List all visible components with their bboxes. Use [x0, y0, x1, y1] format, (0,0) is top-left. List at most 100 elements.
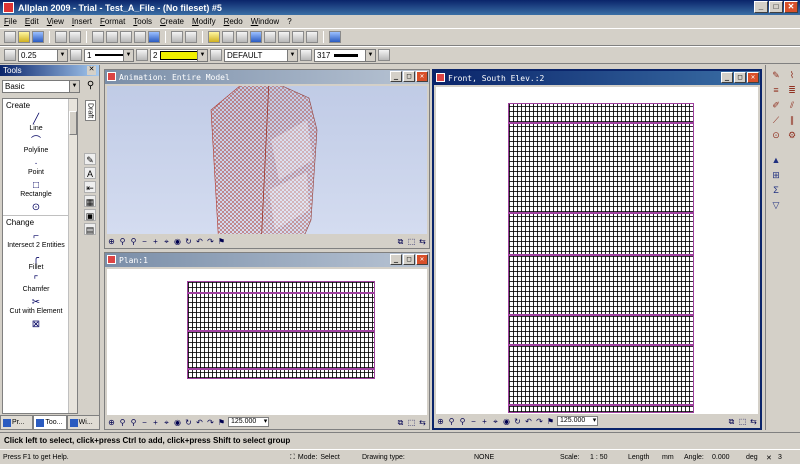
- filter-icon[interactable]: ⊞: [770, 169, 782, 181]
- sum-icon[interactable]: Σ: [770, 184, 782, 196]
- tool-next[interactable]: ⊠: [3, 317, 69, 332]
- pattern-icon[interactable]: [300, 49, 312, 61]
- eyedropper-icon[interactable]: ✎: [770, 69, 782, 81]
- pan-icon[interactable]: +: [151, 237, 160, 246]
- redo-view-icon[interactable]: ↷: [206, 237, 215, 246]
- menu-redo[interactable]: Redo: [224, 17, 243, 26]
- tool-polyline[interactable]: ⌒ Polyline: [3, 134, 69, 156]
- plan-canvas[interactable]: [107, 269, 427, 415]
- rotate-icon[interactable]: ↻: [513, 417, 522, 426]
- sync-icon[interactable]: ⇆: [418, 418, 427, 427]
- pattern-lines-icon[interactable]: ≣: [786, 84, 798, 96]
- layer-select[interactable]: DEFAULT ▼: [224, 48, 298, 62]
- render-icon[interactable]: ◉: [502, 417, 511, 426]
- tab-wizards[interactable]: Wi...: [66, 415, 100, 430]
- menu-file[interactable]: File: [4, 17, 17, 26]
- window-layout-icon[interactable]: ⧉: [396, 237, 405, 246]
- flag-icon[interactable]: ⚑: [546, 417, 555, 426]
- close-button[interactable]: ✕: [747, 72, 759, 83]
- pen-icon[interactable]: [4, 49, 16, 61]
- rotate-icon[interactable]: ↻: [184, 237, 193, 246]
- menu-format[interactable]: Format: [100, 17, 125, 26]
- close-button[interactable]: ✕: [784, 1, 798, 13]
- tool-line[interactable]: ╱ Line: [3, 112, 69, 134]
- zoom-in-icon[interactable]: ⚲: [129, 418, 138, 427]
- project-icon[interactable]: [148, 31, 160, 43]
- undo-view-icon[interactable]: ↶: [524, 417, 533, 426]
- palette-select[interactable]: Basic ▼: [2, 80, 80, 93]
- animation-canvas[interactable]: [107, 86, 427, 234]
- layout-icon[interactable]: ▤: [84, 223, 96, 236]
- redo-view-icon[interactable]: ↷: [206, 418, 215, 427]
- scale-value[interactable]: 1 : 50: [590, 452, 608, 463]
- save-icon[interactable]: [32, 31, 44, 43]
- funnel-icon[interactable]: ▽: [770, 199, 782, 211]
- zoom-icon[interactable]: ⚲: [118, 237, 127, 246]
- linetype-select[interactable]: 1 ▼: [84, 48, 134, 62]
- display-icon[interactable]: ⬚: [407, 418, 416, 427]
- color-select[interactable]: 2 ▼: [150, 48, 208, 62]
- render-icon[interactable]: ◉: [173, 418, 182, 427]
- maximize-button[interactable]: □: [403, 71, 415, 82]
- length-unit[interactable]: mm: [662, 452, 674, 463]
- symbol-icon[interactable]: ▣: [84, 209, 96, 222]
- viewport-icon[interactable]: [250, 31, 262, 43]
- properties-icon[interactable]: ⚙: [786, 129, 798, 141]
- sync-icon[interactable]: ⇆: [749, 417, 758, 426]
- format-options-icon[interactable]: [378, 49, 390, 61]
- tool-fillet[interactable]: ╭ Fillet: [3, 251, 69, 273]
- open-file-icon[interactable]: [18, 31, 30, 43]
- minimize-button[interactable]: _: [721, 72, 733, 83]
- dimension-icon[interactable]: ⇤: [84, 181, 96, 194]
- binoculars-icon[interactable]: ⚲: [84, 80, 97, 93]
- tool-circle[interactable]: ⊙: [3, 200, 69, 215]
- render-icon[interactable]: ◉: [173, 237, 182, 246]
- line-style-icon[interactable]: ∥: [786, 114, 798, 126]
- new-file-icon[interactable]: [4, 31, 16, 43]
- undo-icon[interactable]: [171, 31, 183, 43]
- redo-view-icon[interactable]: ↷: [535, 417, 544, 426]
- menu-tools[interactable]: Tools: [133, 17, 152, 26]
- pen-thickness-select[interactable]: 0.25 ▼: [18, 48, 68, 62]
- flag-icon[interactable]: ⚑: [217, 237, 226, 246]
- format-paint-icon[interactable]: ≡: [770, 84, 782, 96]
- edit-icon[interactable]: ✎: [84, 153, 96, 166]
- paste-icon[interactable]: [120, 31, 132, 43]
- zoom-all-icon[interactable]: ⊕: [107, 237, 116, 246]
- zoom-icon[interactable]: ⚲: [118, 418, 127, 427]
- layer-select-icon[interactable]: [210, 49, 222, 61]
- zoom-in-icon[interactable]: ⚲: [458, 417, 467, 426]
- tool-rectangle[interactable]: □ Rectangle: [3, 178, 69, 200]
- minimize-button[interactable]: _: [754, 1, 768, 13]
- maximize-button[interactable]: □: [403, 254, 415, 265]
- tool-cut-with-element[interactable]: ✂ Cut with Element: [3, 295, 69, 317]
- camera-icon[interactable]: ⌖: [491, 417, 500, 426]
- minimize-button[interactable]: _: [390, 254, 402, 265]
- drawing-type-value[interactable]: NONE: [474, 452, 494, 463]
- menu-insert[interactable]: Insert: [72, 17, 92, 26]
- rotate-icon[interactable]: ↻: [184, 418, 193, 427]
- camera-icon[interactable]: ⌖: [162, 418, 171, 427]
- section-icon[interactable]: [292, 31, 304, 43]
- window-layout-icon[interactable]: ⧉: [396, 418, 405, 427]
- sync-icon[interactable]: ⇆: [418, 237, 427, 246]
- print-icon[interactable]: [55, 31, 67, 43]
- text-icon[interactable]: A: [84, 167, 96, 180]
- draft-tab[interactable]: Draft: [84, 100, 96, 122]
- render-icon[interactable]: [278, 31, 290, 43]
- camera-icon[interactable]: ⌖: [162, 237, 171, 246]
- pattern-select[interactable]: 317 ▼: [314, 48, 376, 62]
- pan-icon[interactable]: +: [480, 417, 489, 426]
- viewport-front-elevation[interactable]: Front, South Elev.:2 _ □ ✕ ⊕ ⚲ ⚲ − + ⌖ ◉…: [432, 69, 762, 430]
- plan-icon[interactable]: [236, 31, 248, 43]
- flag-icon[interactable]: ⚑: [217, 418, 226, 427]
- close-button[interactable]: ✕: [416, 71, 428, 82]
- zoom-out-icon[interactable]: −: [140, 237, 149, 246]
- menu-help[interactable]: ?: [287, 17, 291, 26]
- hatch-icon[interactable]: ▦: [84, 195, 96, 208]
- zoom-icon[interactable]: ⚲: [447, 417, 456, 426]
- delete-icon[interactable]: [134, 31, 146, 43]
- print-preview-icon[interactable]: [69, 31, 81, 43]
- tab-properties[interactable]: Pr...: [0, 415, 34, 430]
- pan-icon[interactable]: +: [151, 418, 160, 427]
